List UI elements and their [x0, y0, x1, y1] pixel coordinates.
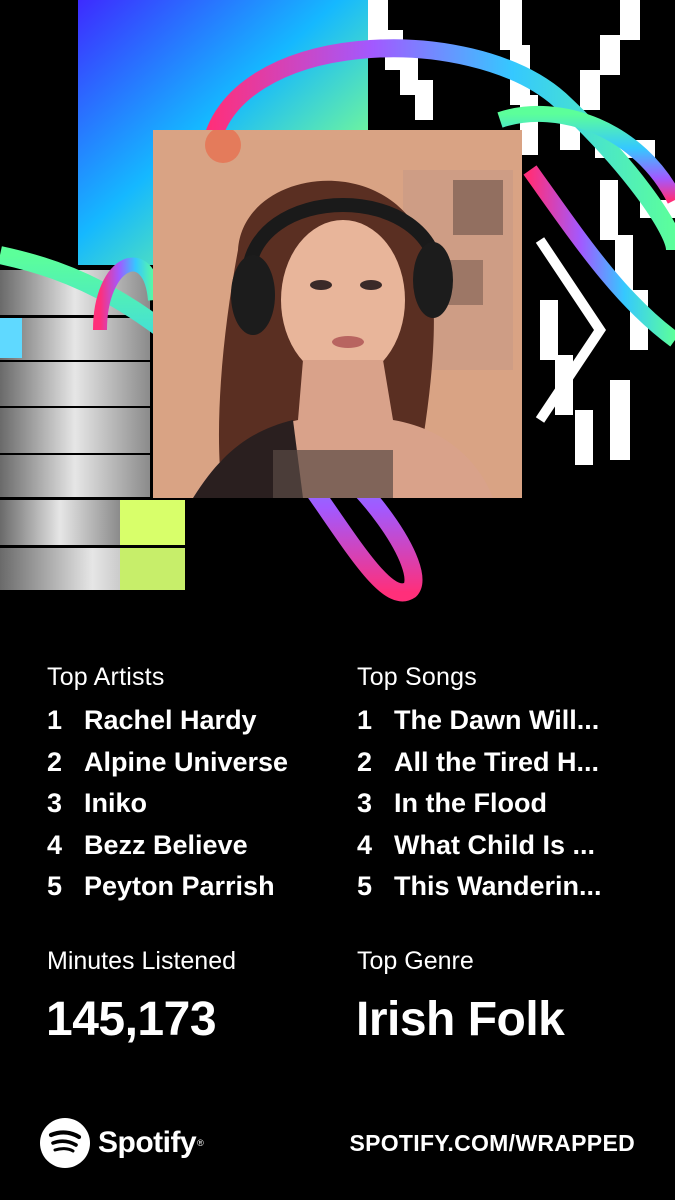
rank: 1 — [357, 705, 373, 735]
artist-name: Peyton Parrish — [84, 871, 275, 901]
rank: 2 — [357, 746, 373, 777]
top-songs-section: Top Songs 1 The Dawn Will... 2 All the Tir… — [357, 660, 602, 908]
top-songs-heading: Top Songs — [357, 663, 477, 691]
minutes-listened-value: 145,173 — [46, 993, 217, 1046]
wrapped-url-link[interactable]: SPOTIFY.COM/WRAPPED — [349, 1130, 635, 1157]
rank: 2 — [47, 746, 63, 777]
song-name: This Wanderin... — [394, 871, 602, 901]
spotify-icon — [40, 1118, 90, 1168]
artist-name: Rachel Hardy — [84, 705, 257, 735]
song-name: The Dawn Will... — [394, 705, 600, 735]
top-artists-section: Top Artists 1 Rachel Hardy 2 Alpine Univer… — [47, 660, 288, 908]
rank: 4 — [357, 829, 373, 860]
spotify-wordmark: Spotify — [98, 1126, 197, 1159]
list-item: 1 Rachel Hardy — [47, 700, 288, 742]
list-item: 4 What Child Is ... — [357, 825, 602, 867]
rank: 4 — [47, 829, 63, 860]
list-item: 3 Iniko — [47, 783, 288, 825]
rank: 1 — [47, 705, 63, 735]
list-item: 5 Peyton Parrish — [47, 866, 288, 908]
song-name: What Child Is ... — [394, 829, 595, 860]
top-genre-value: Irish Folk — [356, 993, 565, 1046]
top-artists-list: 1 Rachel Hardy 2 Alpine Universe 3 Iniko 4B… — [47, 700, 288, 908]
rank: 5 — [357, 871, 373, 901]
artist-photo — [153, 130, 522, 498]
minutes-listened-label: Minutes Listened — [47, 947, 237, 975]
song-name: All the Tired H... — [394, 746, 600, 777]
list-item: 1 The Dawn Will... — [357, 700, 602, 742]
registered-mark-icon: ® — [197, 1138, 204, 1148]
spotify-logo[interactable]: Spotify ® — [40, 1118, 204, 1168]
footer: Spotify ® SPOTIFY.COM/WRAPPED — [0, 1115, 675, 1175]
list-item: 3 In the Flood — [357, 783, 602, 825]
rank: 3 — [357, 788, 373, 818]
top-genre-label: Top Genre — [357, 947, 474, 975]
rank: 3 — [47, 788, 63, 818]
song-name: In the Flood — [394, 788, 547, 818]
artist-name: Iniko — [84, 788, 148, 818]
list-item: 4 Bezz Believe — [47, 825, 288, 867]
artist-name: Alpine Universe — [84, 746, 289, 777]
list-item: 2 Alpine Universe — [47, 742, 288, 784]
list-item: 2 All the Tired H... — [357, 742, 602, 784]
rank: 5 — [47, 871, 63, 901]
top-artists-heading: Top Artists — [47, 663, 165, 691]
list-item: 5 This Wanderin... — [357, 866, 602, 908]
top-songs-list: 1 The Dawn Will... 2 All the Tired H... 3I… — [357, 700, 602, 908]
artist-name: Bezz Believe — [84, 829, 248, 860]
